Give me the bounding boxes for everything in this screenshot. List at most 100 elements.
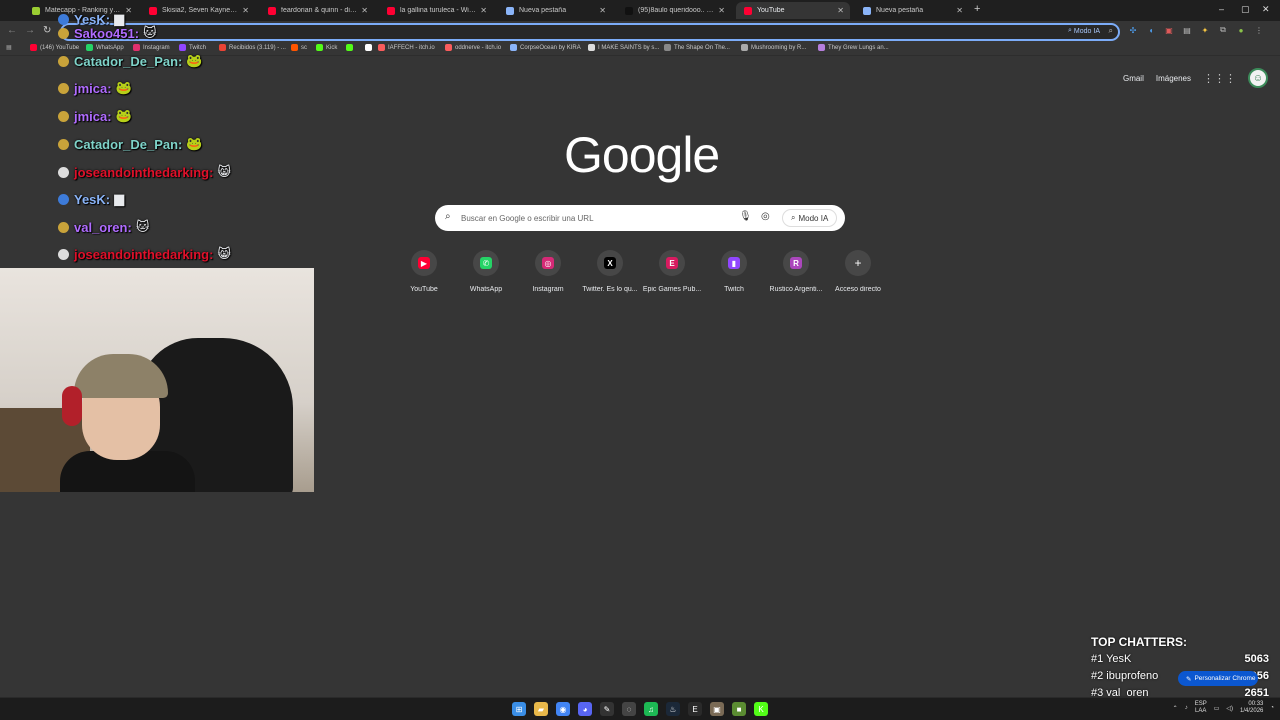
capcut-icon[interactable]: ✎ [600,702,614,716]
minimize-button[interactable]: – [1219,4,1224,14]
tab-7[interactable]: Nueva pestaña ✕ [855,2,969,19]
gmail-link[interactable]: Gmail [1123,74,1144,83]
display-tray-icon[interactable]: ▭ [1214,705,1220,712]
tab-close-icon[interactable]: ✕ [242,6,249,15]
steam-icon[interactable]: ♨ [666,702,680,716]
tab-6[interactable]: YouTube ✕ [736,2,850,19]
tab-close-icon[interactable]: ✕ [599,6,606,15]
language-indicator[interactable]: ESP LAA [1195,701,1207,715]
shortcut-tile[interactable]: ▶ YouTube [393,250,455,293]
window-close-button[interactable]: ✕ [1262,4,1270,15]
bookmark-item[interactable]: IAFFECH - itch.io [378,44,435,51]
bookmark-favicon-icon [346,44,353,51]
minecraft-icon[interactable]: ■ [732,702,746,716]
bookmark-label: IAFFECH - itch.io [388,44,435,51]
search-input[interactable] [461,211,741,225]
bookmark-label: Kick [326,44,338,51]
shortcut-tile[interactable]: ✆ WhatsApp [455,250,517,293]
tab-close-icon[interactable]: ✕ [956,6,963,15]
bookmark-item[interactable]: The Shape On The... [664,44,730,51]
tray-overflow-icon[interactable]: ⌃ [1173,705,1178,712]
bookmark-item[interactable]: Recibidos (3.119) - ... [219,44,286,51]
translate-extension-icon[interactable]: ✣ [1128,25,1138,35]
bookmark-item[interactable]: I MAKE SAINTS by s... [588,44,659,51]
zoom-icon[interactable]: ⌕ [1109,26,1113,36]
windows-start-icon[interactable]: ⊞ [512,702,526,716]
back-button[interactable]: ← [7,25,17,36]
tab-close-icon[interactable]: ✕ [718,6,725,15]
save-page-icon[interactable]: ▤ [1182,25,1192,35]
audio-extension-icon[interactable]: ◖ [1146,25,1156,35]
chat-username: jmica: [74,108,112,124]
google-search-box[interactable]: ⌕ 🎙︎ ◎ ⌕ Modo IA [435,205,845,231]
bookmark-item[interactable]: CorpseOcean by KIRA [510,44,581,51]
discord-icon[interactable]: ◕ [578,702,592,716]
microphone-icon[interactable]: 🎙︎ [739,211,752,222]
tab-close-icon[interactable]: ✕ [361,6,368,15]
microphone-tray-icon[interactable]: ♪ [1185,705,1188,711]
chrome-icon[interactable]: ◉ [556,702,570,716]
images-link[interactable]: Imágenes [1156,74,1191,83]
notifications-icon[interactable]: ◔ [1270,705,1274,711]
obs-icon[interactable]: ◌ [622,702,636,716]
star-extension-icon[interactable]: ✦ [1200,25,1210,35]
shortcut-tile[interactable]: ▮ Twitch [703,250,765,293]
screen: Matecapp - Ranking y reseñas✕Skisia2, Se… [0,0,1280,720]
ai-mode-button[interactable]: ⌕ Modo IA [782,209,838,227]
tab-favicon-icon [268,6,276,15]
shortcut-icon: X [604,257,616,269]
chat-emote-icon: ▆ [114,191,125,206]
shortcut-icon: ▶ [418,257,430,269]
chat-badge-icon [58,221,69,233]
epic-games-icon[interactable]: E [688,702,702,716]
volume-icon[interactable]: ◁) [1226,705,1233,712]
tab-close-icon[interactable]: ✕ [480,6,487,15]
spotify-icon[interactable]: ♫ [644,702,658,716]
shortcut-tile[interactable]: E Epic Games Pub... [641,250,703,293]
new-tab-button[interactable]: + [974,3,980,15]
bookmark-item[interactable]: Kick [316,44,337,51]
tab-close-icon[interactable]: ✕ [125,6,132,15]
apps-grid-icon[interactable]: ▦ [6,44,12,51]
bookmark-item[interactable]: They Grew Lungs an... [818,44,889,51]
tab-2[interactable]: feardorian & quinn - distance ... ✕ [260,2,374,19]
package-icon[interactable]: ▣ [710,702,724,716]
bookmark-item[interactable] [346,44,356,51]
browser-menu-icon[interactable]: ⋮ [1254,25,1264,35]
google-apps-icon[interactable]: ⋮⋮⋮ [1203,72,1236,85]
tab-3[interactable]: la gallina turuleca - Will y Rex ✕ [379,2,493,19]
bookmark-item[interactable]: sc [291,44,307,51]
bookmark-item[interactable]: oddnerve - itch.io [445,44,501,51]
shortcut-tile[interactable]: + Acceso directo [827,250,889,293]
maximize-button[interactable]: ▢ [1241,4,1250,15]
forward-button[interactable]: → [25,25,35,36]
shortcut-tile[interactable]: X Twitter. Es lo qu... [579,250,641,293]
tab-close-icon[interactable]: ✕ [837,6,844,15]
bookmark-label: sc [301,44,307,51]
shortcut-tile[interactable]: R Rustico Argenti... [765,250,827,293]
customize-chrome-button[interactable]: ✎ Personalizar Chrome [1178,671,1258,686]
address-bar[interactable]: ⌕ Modo IA ⌕ [60,23,1120,41]
record-extension-icon[interactable]: ▣ [1164,25,1174,35]
shortcut-tile[interactable]: ◎ Instagram [517,250,579,293]
tab-4[interactable]: Nueva pestaña ✕ [498,2,612,19]
reload-button[interactable]: ↻ [43,25,51,36]
address-input[interactable] [74,26,974,38]
bookmark-label: CorpseOcean by KIRA [520,44,581,51]
google-lens-icon[interactable]: ◎ [761,211,770,222]
kick-icon[interactable]: K [754,702,768,716]
profile-avatar-icon[interactable]: ● [1236,25,1246,35]
file-explorer-icon[interactable]: ▰ [534,702,548,716]
bookmark-item[interactable]: Mushrooming by R... [741,44,806,51]
account-avatar[interactable]: ☺ [1248,68,1268,88]
bookmark-label: I MAKE SAINTS by s... [598,44,660,51]
omnibox-ai-mode-button[interactable]: ⌕ Modo IA [1068,27,1100,35]
shortcuts-grid: ▶ YouTube ✆ WhatsApp ◎ Instagram X Twitter. Es … [393,250,889,293]
tab-1[interactable]: Skisia2, Seven Kayne - 123 / ... ✕ [141,2,255,19]
extensions-puzzle-icon[interactable]: ⧉ [1218,25,1228,35]
shortcut-label: WhatsApp [469,286,503,293]
tab-5[interactable]: (95)8aulo queridooo.. #fyyp #... ✕ [617,2,731,19]
bookmark-item[interactable] [365,44,375,51]
bookmark-label: Mushrooming by R... [751,44,807,51]
clock[interactable]: 00:33 1/4/2026 [1240,701,1263,715]
